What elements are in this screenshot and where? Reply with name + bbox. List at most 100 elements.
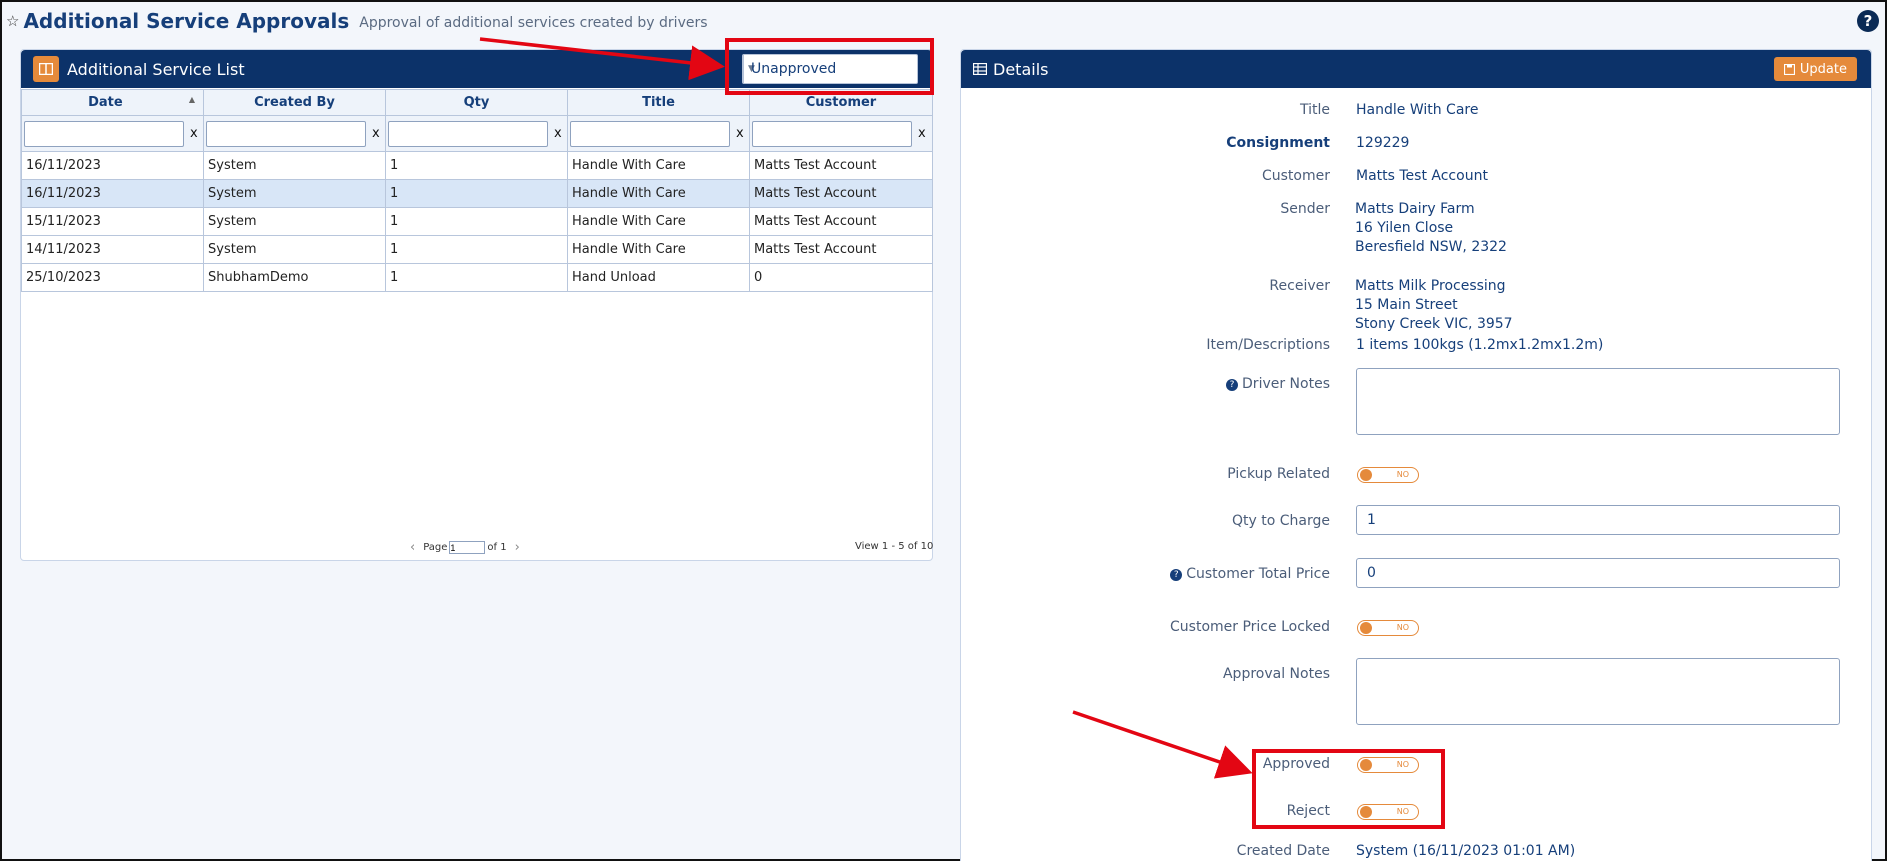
cell-created-by: System <box>203 179 386 208</box>
pager-page-input[interactable] <box>449 541 486 554</box>
help-icon[interactable]: ? <box>1857 10 1879 32</box>
column-header-created-by[interactable]: Created By <box>203 89 386 116</box>
driver-notes-textarea[interactable] <box>1356 368 1840 435</box>
value-consignment[interactable]: 129229 <box>1356 135 1409 151</box>
label-driver-notes: ? Driver Notes <box>1030 376 1330 392</box>
chevron-left-icon[interactable]: ‹ <box>410 540 415 555</box>
sort-icon: ▲ <box>188 95 195 104</box>
label-approval-notes: Approval Notes <box>1222 666 1330 682</box>
value-receiver-line1: Matts Milk Processing <box>1355 278 1506 294</box>
toggle-state: NO <box>1396 470 1409 479</box>
label-created-date: Created Date <box>1236 843 1330 859</box>
label-pickup-related: Pickup Related <box>1227 466 1330 482</box>
details-panel-title: Details <box>993 59 1049 79</box>
clear-filter-button[interactable]: x <box>736 126 744 141</box>
clear-filter-button[interactable]: x <box>372 126 380 141</box>
help-icon[interactable]: ? <box>1170 569 1183 581</box>
label-customer-total-price-text: Customer Total Price <box>1186 566 1330 582</box>
page-header: ☆ Additional Service Approvals Approval … <box>6 6 708 36</box>
label-customer-total-price: ? Customer Total Price <box>1030 566 1330 582</box>
cell-date: 16/11/2023 <box>21 179 204 208</box>
page-title: Additional Service Approvals <box>23 9 350 33</box>
help-icon[interactable]: ? <box>1226 379 1239 391</box>
pager-of-label: of 1 <box>487 542 507 553</box>
pickup-related-toggle[interactable]: NO <box>1357 467 1419 483</box>
cell-created-by: System <box>203 151 386 180</box>
view-count: View 1 - 5 of 10 <box>855 541 934 552</box>
clear-filter-button[interactable]: x <box>918 126 926 141</box>
pager-page-label: Page <box>423 542 448 553</box>
page-subtitle: Approval of additional services created … <box>359 14 708 31</box>
customer-price-locked-toggle[interactable]: NO <box>1357 620 1419 636</box>
customer-total-price-input[interactable]: 0 <box>1356 558 1840 588</box>
cell-customer: Matts Test Account <box>749 207 933 236</box>
cell-qty: 1 <box>385 207 568 236</box>
table-icon <box>973 63 987 75</box>
value-receiver-line2: 15 Main Street <box>1355 297 1458 313</box>
filter-input-created-by[interactable] <box>206 120 366 147</box>
cell-title: Handle With Care <box>567 179 750 208</box>
clear-filter-button[interactable]: x <box>190 126 198 141</box>
cell-qty: 1 <box>385 179 568 208</box>
label-customer-price-locked: Customer Price Locked <box>1170 619 1330 635</box>
cell-created-by: System <box>203 235 386 264</box>
table-row[interactable]: 16/11/2023 System 1 Handle With Care Mat… <box>21 151 933 180</box>
cell-customer: Matts Test Account <box>749 179 933 208</box>
cell-qty: 1 <box>385 151 568 180</box>
label-driver-notes-text: Driver Notes <box>1242 376 1330 392</box>
annotation-box-status-filter <box>725 38 934 95</box>
value-sender-line2: 16 Yilen Close <box>1355 220 1454 236</box>
value-sender-line3: Beresfield NSW, 2322 <box>1355 239 1507 255</box>
cell-customer: Matts Test Account <box>749 235 933 264</box>
toggle-knob <box>1360 622 1372 634</box>
cell-customer: Matts Test Account <box>749 151 933 180</box>
table-row[interactable]: 14/11/2023 System 1 Handle With Care Mat… <box>21 235 933 264</box>
favorite-star-icon[interactable]: ☆ <box>6 12 19 30</box>
column-header-title[interactable]: Title <box>567 89 750 116</box>
value-created-date: System (16/11/2023 01:01 AM) <box>1356 843 1576 859</box>
label-sender: Sender <box>1280 201 1330 217</box>
chevron-right-icon[interactable]: › <box>515 540 520 555</box>
column-header-qty[interactable]: Qty <box>385 89 568 116</box>
pager: ‹ Page of 1 › <box>402 540 528 555</box>
cell-date: 14/11/2023 <box>21 235 204 264</box>
annotation-box-approve-reject <box>1252 749 1445 829</box>
cell-title: Handle With Care <box>567 235 750 264</box>
update-button-label: Update <box>1799 61 1847 77</box>
label-items: Item/Descriptions <box>1206 337 1330 353</box>
value-title: Handle With Care <box>1356 102 1479 118</box>
qty-to-charge-input[interactable]: 1 <box>1356 505 1840 535</box>
table-row[interactable]: 25/10/2023 ShubhamDemo 1 Hand Unload 0 <box>21 263 933 292</box>
cell-created-by: System <box>203 207 386 236</box>
filter-input-qty[interactable] <box>388 120 548 147</box>
cell-customer: 0 <box>749 263 933 292</box>
table-row[interactable]: 15/11/2023 System 1 Handle With Care Mat… <box>21 207 933 236</box>
value-items: 1 items 100kgs (1.2mx1.2mx1.2m) <box>1356 337 1604 353</box>
cell-qty: 1 <box>385 263 568 292</box>
cell-title: Hand Unload <box>567 263 750 292</box>
cell-title: Handle With Care <box>567 151 750 180</box>
label-customer: Customer <box>1261 168 1330 184</box>
label-qty-to-charge: Qty to Charge <box>1232 513 1330 529</box>
update-button[interactable]: Update <box>1773 57 1857 81</box>
label-consignment: Consignment <box>1226 135 1330 151</box>
additional-service-table: Date ▲ Created By Qty Title Customer x x … <box>21 89 933 292</box>
cell-date: 16/11/2023 <box>21 151 204 180</box>
clear-filter-button[interactable]: x <box>554 126 562 141</box>
table-row-selected[interactable]: 16/11/2023 System 1 Handle With Care Mat… <box>21 179 933 208</box>
filter-input-customer[interactable] <box>752 120 912 147</box>
label-receiver: Receiver <box>1269 278 1330 294</box>
value-sender-line1: Matts Dairy Farm <box>1355 201 1475 217</box>
toggle-state: NO <box>1396 623 1409 632</box>
filter-input-title[interactable] <box>570 120 730 147</box>
cell-date: 25/10/2023 <box>21 263 204 292</box>
column-header-date[interactable]: Date ▲ <box>21 89 204 116</box>
approval-notes-textarea[interactable] <box>1356 658 1840 725</box>
cell-date: 15/11/2023 <box>21 207 204 236</box>
save-icon <box>1783 63 1795 75</box>
filter-input-date[interactable] <box>24 120 184 147</box>
value-receiver-line3: Stony Creek VIC, 3957 <box>1355 316 1513 332</box>
columns-icon[interactable] <box>33 56 59 82</box>
cell-qty: 1 <box>385 235 568 264</box>
filter-row: x x x x x <box>21 115 933 152</box>
